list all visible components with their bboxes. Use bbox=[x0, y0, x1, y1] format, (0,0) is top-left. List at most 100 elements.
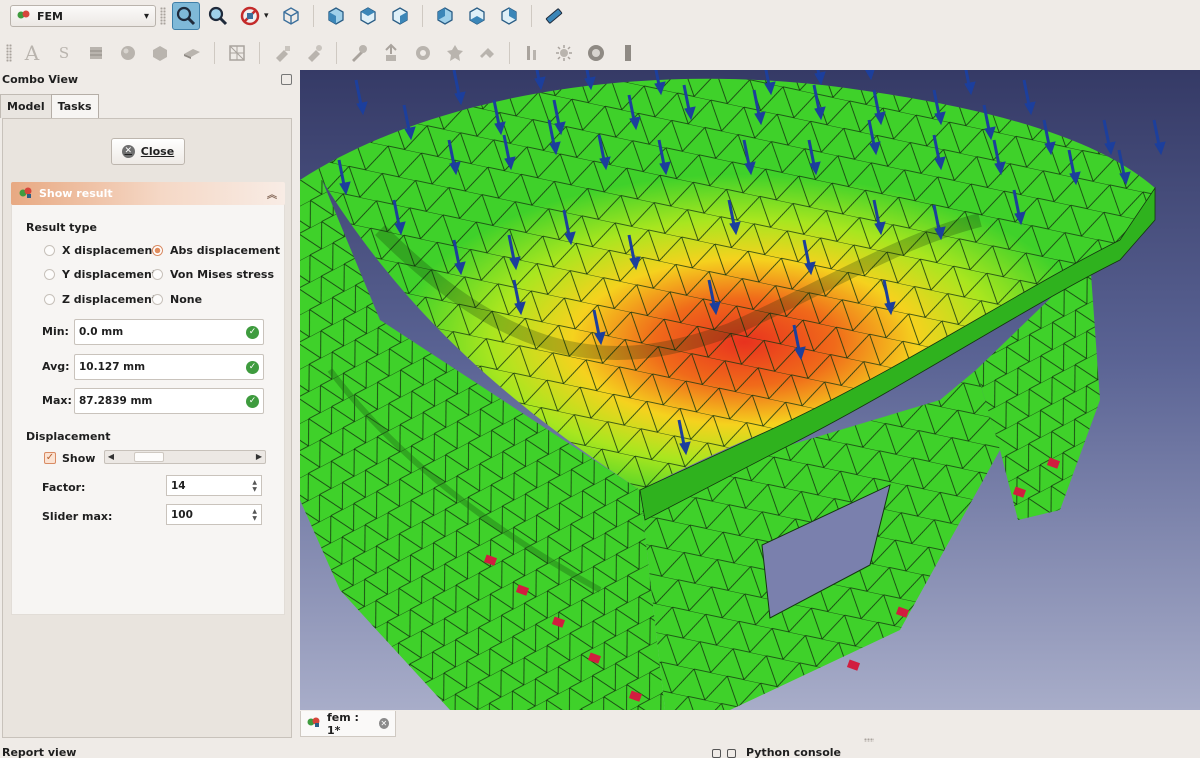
top-view-icon[interactable] bbox=[354, 2, 382, 30]
float-panel-icon[interactable] bbox=[712, 749, 721, 758]
show-result-icon[interactable] bbox=[614, 39, 642, 67]
slider-left-arrow-icon[interactable]: ◀ bbox=[105, 451, 117, 463]
close-tab-icon[interactable]: ✕ bbox=[378, 718, 389, 729]
bottom-view-icon[interactable] bbox=[463, 2, 491, 30]
factor-label: Factor: bbox=[42, 481, 86, 494]
check-icon: ✓ bbox=[246, 360, 259, 374]
radio-button bbox=[44, 245, 55, 256]
pressure-constraint-icon[interactable] bbox=[345, 39, 373, 67]
radio-button bbox=[152, 294, 163, 305]
slider-max-spinbox[interactable]: 100 ▲ ▼ bbox=[166, 504, 262, 525]
slider-thumb[interactable] bbox=[134, 452, 165, 462]
combo-tabs: Model Tasks bbox=[0, 94, 99, 118]
solver-icon[interactable]: S bbox=[50, 39, 78, 67]
toolbar-separator bbox=[530, 5, 532, 27]
displacement-slider[interactable]: ◀ ▶ bbox=[104, 450, 266, 464]
show-result-body: Result type X displacement Abs displacem… bbox=[11, 205, 285, 615]
heatflux-icon[interactable] bbox=[550, 39, 578, 67]
show-result-header[interactable]: Show result ︽ bbox=[11, 182, 285, 205]
toolbar-grip[interactable] bbox=[160, 7, 166, 25]
slider-max-value: 100 bbox=[171, 508, 193, 521]
3d-viewport[interactable] bbox=[300, 70, 1200, 710]
isometric-view-icon[interactable] bbox=[277, 2, 305, 30]
radio-von-mises-stress[interactable]: Von Mises stress bbox=[152, 268, 274, 281]
analysis-icon[interactable]: A bbox=[18, 39, 46, 67]
force-constraint-icon[interactable] bbox=[300, 39, 328, 67]
fixed-support-marker bbox=[846, 659, 861, 671]
radio-abs-displacement[interactable]: Abs displacement bbox=[152, 244, 280, 257]
gear-constraint-icon[interactable] bbox=[409, 39, 437, 67]
fem-toolbar: A S bbox=[0, 36, 1200, 70]
bearing-constraint-icon[interactable] bbox=[377, 39, 405, 67]
check-icon: ✓ bbox=[246, 394, 259, 408]
max-value: 87.2839 mm bbox=[79, 395, 153, 407]
avg-value: 10.127 mm bbox=[79, 361, 146, 373]
python-console-title: Python console bbox=[746, 746, 841, 758]
radio-x-displacement[interactable]: X displacement bbox=[44, 244, 158, 257]
tab-tasks[interactable]: Tasks bbox=[50, 94, 99, 118]
radio-button-selected bbox=[152, 245, 163, 256]
avg-field[interactable]: 10.127 mm ✓ bbox=[74, 354, 264, 380]
close-panel-icon[interactable] bbox=[727, 749, 736, 758]
radio-button bbox=[44, 294, 55, 305]
radio-button bbox=[44, 269, 55, 280]
factor-spinbox[interactable]: 14 ▲ ▼ bbox=[166, 475, 262, 496]
spin-arrows-icon[interactable]: ▲ ▼ bbox=[252, 479, 257, 493]
force-arrow-head bbox=[964, 81, 976, 96]
force-arrow-head bbox=[1024, 101, 1036, 116]
show-result-title: Show result bbox=[39, 187, 113, 200]
close-button[interactable]: ✕ Close bbox=[111, 138, 185, 165]
radio-label: X displacement bbox=[62, 244, 158, 257]
fit-all-icon[interactable] bbox=[172, 2, 200, 30]
slider-right-arrow-icon[interactable]: ▶ bbox=[253, 451, 265, 463]
splitter-handle[interactable] bbox=[864, 738, 874, 742]
document-tab[interactable]: fem : 1* ✕ bbox=[300, 711, 396, 737]
fem-result-render[interactable] bbox=[300, 70, 1200, 710]
toolbar-separator bbox=[421, 5, 423, 27]
tab-model[interactable]: Model bbox=[0, 94, 52, 118]
displacement-constraint-icon[interactable] bbox=[473, 39, 501, 67]
radio-label: Abs displacement bbox=[170, 244, 281, 257]
force-arrow-head bbox=[1104, 141, 1116, 156]
panel-title: Combo View bbox=[2, 73, 79, 86]
radio-y-displacement[interactable]: Y displacement bbox=[44, 268, 157, 281]
close-label: Close bbox=[140, 145, 175, 158]
force-arrow-head bbox=[534, 76, 546, 91]
radio-z-displacement[interactable]: Z displacement bbox=[44, 293, 157, 306]
force-arrow-head bbox=[865, 70, 875, 81]
right-view-icon[interactable] bbox=[386, 2, 414, 30]
rear-view-icon[interactable] bbox=[431, 2, 459, 30]
spin-arrows-icon[interactable]: ▲ ▼ bbox=[252, 508, 257, 522]
workbench-label: FEM bbox=[37, 9, 63, 23]
workbench-selector[interactable]: FEM ▾ bbox=[10, 5, 156, 27]
show-label: Show bbox=[62, 452, 96, 465]
radio-button bbox=[152, 269, 163, 280]
temperature-icon[interactable] bbox=[518, 39, 546, 67]
collapse-icon[interactable]: ︽ bbox=[267, 186, 277, 201]
chevron-down-icon[interactable]: ▾ bbox=[264, 11, 269, 21]
toolbar-grip[interactable] bbox=[6, 44, 12, 62]
left-view-icon[interactable] bbox=[495, 2, 523, 30]
mesh-icon[interactable] bbox=[223, 39, 251, 67]
measure-icon[interactable] bbox=[540, 2, 568, 30]
zoom-selection-icon[interactable] bbox=[204, 2, 232, 30]
float-panel-icon[interactable] bbox=[281, 74, 292, 85]
sphere-material-icon[interactable] bbox=[114, 39, 142, 67]
radio-none[interactable]: None bbox=[152, 293, 202, 306]
show-checkbox[interactable]: ✓ bbox=[44, 452, 56, 464]
material-icon[interactable] bbox=[82, 39, 110, 67]
run-solver-icon[interactable] bbox=[582, 39, 610, 67]
pulley-constraint-icon[interactable] bbox=[441, 39, 469, 67]
min-field[interactable]: 0.0 mm ✓ bbox=[74, 319, 264, 345]
fixed-constraint-icon[interactable] bbox=[268, 39, 296, 67]
box-constraint-icon[interactable] bbox=[146, 39, 174, 67]
fem-workbench-icon bbox=[17, 9, 31, 24]
draw-style-icon[interactable] bbox=[236, 2, 264, 30]
slider-max-label: Slider max: bbox=[42, 510, 113, 523]
max-field[interactable]: 87.2839 mm ✓ bbox=[74, 388, 264, 414]
radio-label: None bbox=[170, 293, 203, 306]
beam-section-icon[interactable] bbox=[178, 39, 206, 67]
front-view-icon[interactable] bbox=[322, 2, 350, 30]
radio-label: Von Mises stress bbox=[170, 268, 275, 281]
check-icon: ✓ bbox=[246, 325, 259, 339]
